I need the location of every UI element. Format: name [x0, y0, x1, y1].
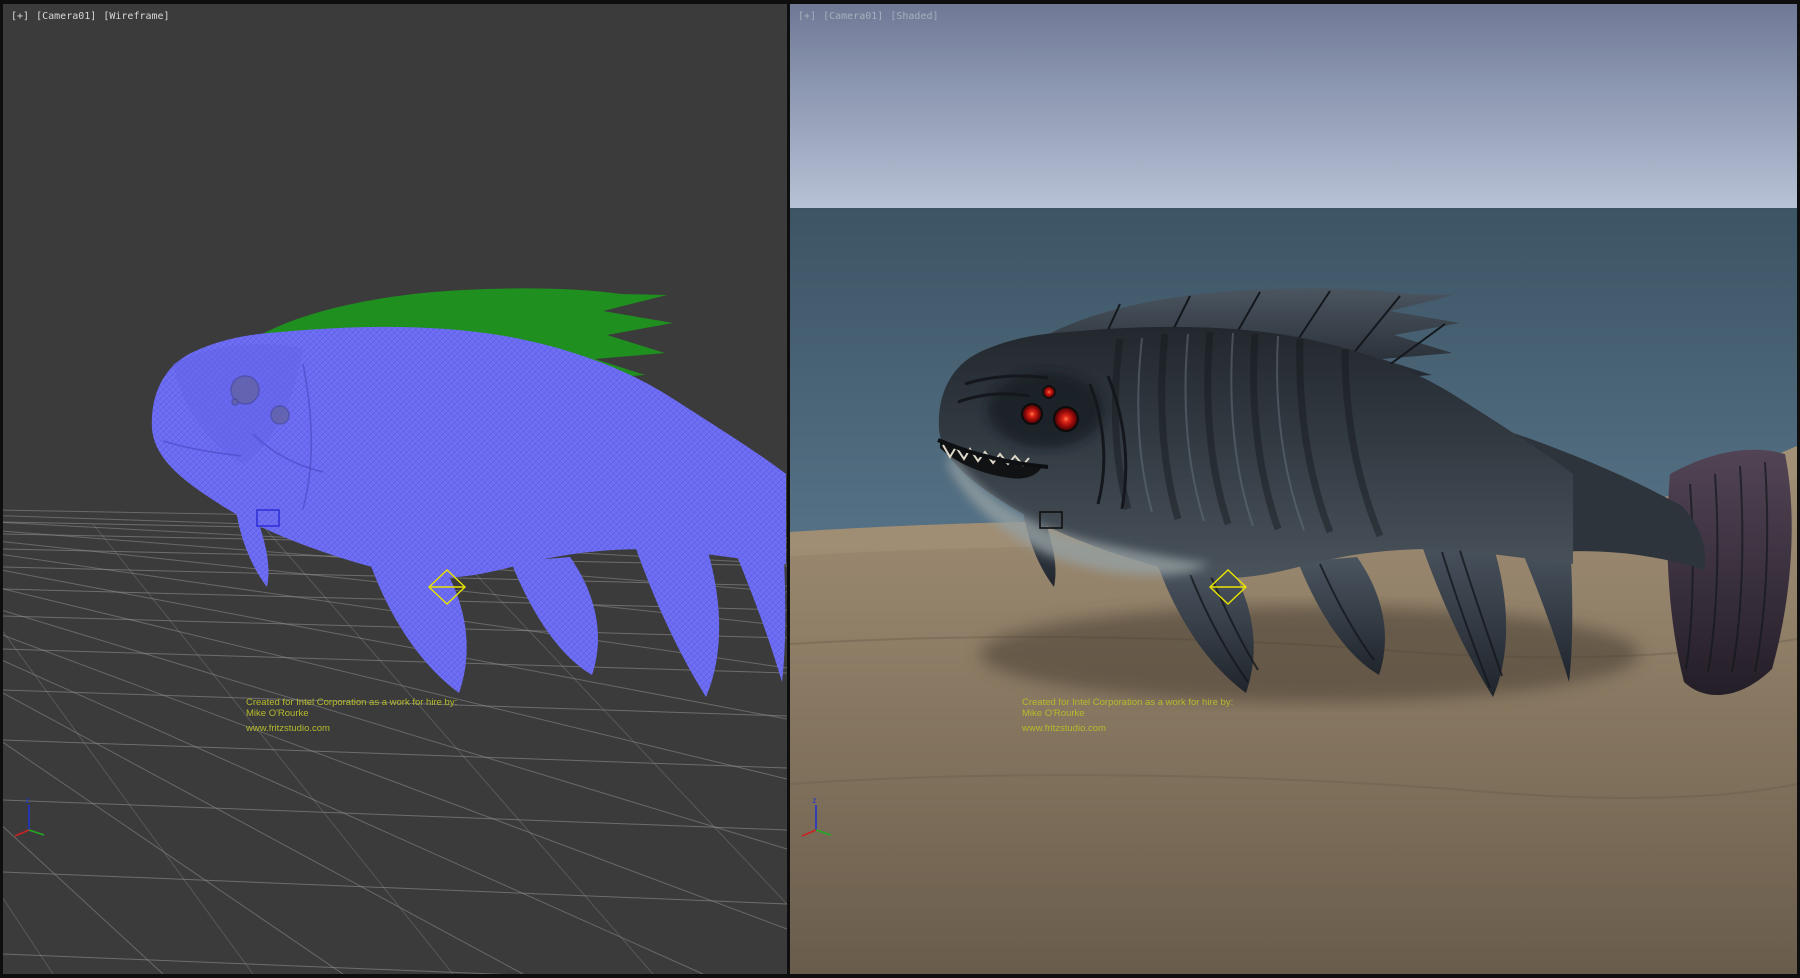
watermark-line: Mike O'Rourke [246, 708, 457, 719]
watermark-line: Created for Intel Corporation as a work … [246, 697, 457, 708]
red-eye [1043, 386, 1055, 398]
y-axis [29, 830, 44, 835]
world-axis-tripod: z [800, 794, 840, 838]
fish-shadow [980, 606, 1640, 702]
watermark-line: Mike O'Rourke [1022, 708, 1233, 719]
watermark-line: Created for Intel Corporation as a work … [1022, 697, 1233, 708]
eye-socket-shading [988, 372, 1104, 448]
eye [271, 406, 289, 424]
viewport-shading-button[interactable]: [Wireframe] [103, 11, 169, 22]
viewport-label: [+] [Camera01] [Wireframe] [11, 11, 171, 22]
wireframe-scene-canvas[interactable] [3, 4, 787, 974]
watermark-line: www.fritzstudio.com [1022, 723, 1233, 734]
fish-model-wireframe[interactable] [152, 288, 786, 697]
z-axis-label: z [25, 796, 30, 805]
world-axis-tripod: z [13, 794, 53, 838]
dual-viewport-area: [+] [Camera01] [Wireframe] Created for I… [0, 0, 1800, 978]
watermark-line: www.fritzstudio.com [246, 723, 457, 734]
viewport-camera-button[interactable]: [Camera01] [36, 11, 96, 22]
watermark: Created for Intel Corporation as a work … [1022, 697, 1233, 734]
pelvic-fin[interactable] [371, 566, 467, 693]
sky [790, 4, 1797, 208]
z-axis-label: z [812, 796, 817, 805]
x-axis [802, 830, 816, 836]
viewport-shading-button[interactable]: [Shaded] [890, 11, 938, 22]
red-eye [1022, 404, 1042, 424]
viewport-wireframe[interactable]: [+] [Camera01] [Wireframe] Created for I… [3, 4, 787, 974]
x-axis [15, 830, 29, 836]
nostril [232, 399, 238, 405]
viewport-shaded[interactable]: [+] [Camera01] [Shaded] Created for Inte… [790, 4, 1797, 974]
viewport-label: [+] [Camera01] [Shaded] [798, 11, 940, 22]
tail-fin-strand[interactable] [635, 533, 719, 697]
viewport-camera-button[interactable]: [Camera01] [823, 11, 883, 22]
viewport-menu-button[interactable]: [+] [11, 11, 29, 22]
watermark: Created for Intel Corporation as a work … [246, 697, 457, 734]
viewport-menu-button[interactable]: [+] [798, 11, 816, 22]
caudal-fin[interactable] [1667, 450, 1791, 695]
y-axis [816, 830, 831, 835]
shaded-scene-canvas[interactable] [790, 4, 1797, 974]
red-eye [1054, 407, 1078, 431]
